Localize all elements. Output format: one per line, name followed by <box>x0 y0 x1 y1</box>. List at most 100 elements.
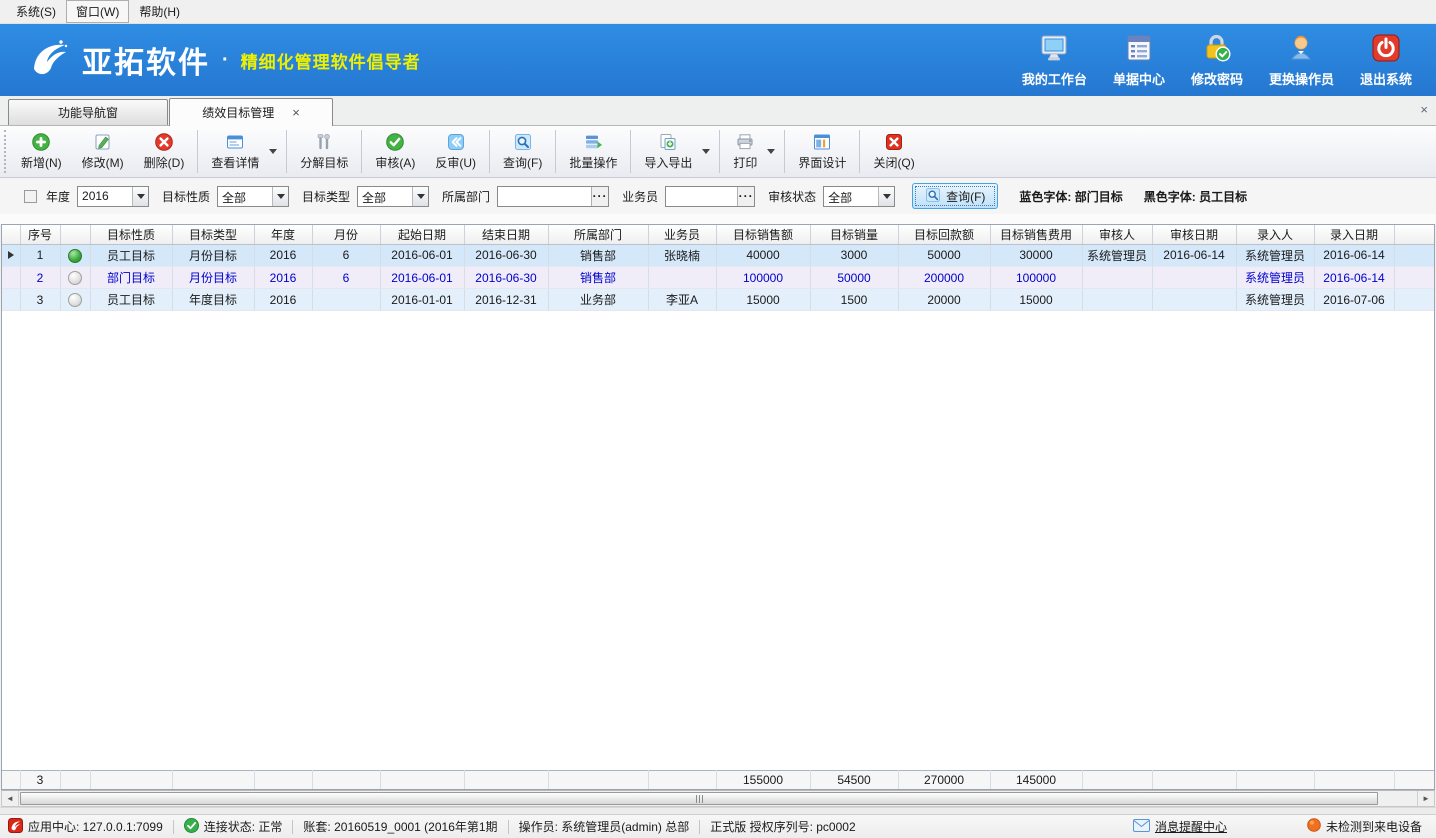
audit-button[interactable]: 审核(A) <box>365 126 425 177</box>
document-center-button[interactable]: 单据中心 <box>1113 32 1165 88</box>
exit-system-button[interactable]: 退出系统 <box>1360 32 1412 88</box>
toolbar-separator <box>630 130 631 173</box>
column-header-create_date[interactable]: 录入日期 <box>1314 225 1394 244</box>
tab-function-nav[interactable]: 功能导航窗 <box>8 99 168 125</box>
column-header-creator[interactable]: 录入人 <box>1236 225 1314 244</box>
year-checkbox[interactable] <box>24 190 37 203</box>
ellipsis-lookup-icon[interactable]: ··· <box>737 187 754 206</box>
add-button[interactable]: 新增(N) <box>11 126 72 177</box>
switch-operator-user-icon <box>1285 32 1317 67</box>
legend-emp-target: 黑色字体: 员工目标 <box>1144 188 1247 205</box>
print-button[interactable]: 打印 <box>723 129 767 174</box>
decompose-target-button[interactable]: 分解目标 <box>290 126 358 177</box>
brand: 亚拓软件 · 精细化管理软件倡导者 <box>26 36 421 85</box>
connection-status: 连接状态: 正常 <box>184 818 283 836</box>
status-circle-icon <box>68 249 82 263</box>
message-center-link[interactable]: 消息提醒中心 <box>1133 818 1227 835</box>
chevron-down-icon[interactable] <box>269 149 277 154</box>
column-header-seq[interactable]: 序号 <box>20 225 60 244</box>
nature-label: 目标性质 <box>162 188 210 205</box>
column-header-marker[interactable] <box>2 225 20 244</box>
query-button[interactable]: 查询(F) <box>493 126 552 177</box>
column-header-sales[interactable]: 目标销售额 <box>716 225 810 244</box>
year-select[interactable]: 2016 <box>77 186 149 207</box>
column-header-nature[interactable]: 目标性质 <box>90 225 172 244</box>
unaudit-button[interactable]: 反审(U) <box>425 126 486 177</box>
delete-button[interactable]: 删除(D) <box>134 126 195 177</box>
app-header: 亚拓软件 · 精细化管理软件倡导者 我的工作台 单据中心 修改密码 更 <box>0 24 1436 96</box>
audit-status-select[interactable]: 全部 <box>823 186 895 207</box>
header-actions: 我的工作台 单据中心 修改密码 更换操作员 退出系统 <box>1022 32 1422 88</box>
column-header-auditor[interactable]: 审核人 <box>1082 225 1152 244</box>
column-header-month[interactable]: 月份 <box>312 225 380 244</box>
column-header-status[interactable] <box>60 225 90 244</box>
search-icon <box>925 187 941 206</box>
batch-operation-button[interactable]: 批量操作 <box>559 126 627 177</box>
salesman-label: 业务员 <box>622 188 658 205</box>
toolbar-separator <box>784 130 785 173</box>
column-header-audit_date[interactable]: 审核日期 <box>1152 225 1236 244</box>
column-header-dept[interactable]: 所属部门 <box>548 225 648 244</box>
resize-gutter <box>0 807 1436 814</box>
ui-design-icon <box>812 132 832 152</box>
chevron-down-icon[interactable] <box>878 187 894 206</box>
toolbar: 新增(N) 修改(M) 删除(D) 查看详情 分解目标 审核(A) 反审(U) … <box>0 126 1436 178</box>
nature-select[interactable]: 全部 <box>217 186 289 207</box>
menu-help[interactable]: 帮助(H) <box>129 0 190 23</box>
connection-ok-icon <box>184 818 199 836</box>
tab-performance-target[interactable]: 绩效目标管理 × <box>169 98 333 126</box>
change-password-lock-icon <box>1201 32 1233 67</box>
workbench-button[interactable]: 我的工作台 <box>1022 32 1087 88</box>
chevron-down-icon[interactable] <box>132 187 148 206</box>
view-detail-button[interactable]: 查看详情 <box>201 129 269 174</box>
ellipsis-lookup-icon[interactable]: ··· <box>591 187 608 206</box>
table-row[interactable]: 3员工目标年度目标20162016-01-012016-12-31业务部李亚A1… <box>2 289 1435 311</box>
toolbar-separator <box>719 130 720 173</box>
scroll-left-arrow-icon[interactable]: ◄ <box>2 791 19 806</box>
scrollbar-track[interactable] <box>19 791 1417 806</box>
chevron-down-icon[interactable] <box>412 187 428 206</box>
scrollbar-thumb[interactable] <box>20 792 1378 805</box>
audit-check-icon <box>385 132 405 152</box>
table-row[interactable]: 2部门目标月份目标201662016-06-012016-06-30销售部100… <box>2 267 1435 289</box>
tab-strip: 功能导航窗 绩效目标管理 × × <box>0 96 1436 126</box>
close-icon <box>884 132 904 152</box>
column-header-type[interactable]: 目标类型 <box>172 225 254 244</box>
switch-operator-button[interactable]: 更换操作员 <box>1269 32 1334 88</box>
dept-input[interactable]: ··· <box>497 186 609 207</box>
column-header-year[interactable]: 年度 <box>254 225 312 244</box>
chevron-down-icon[interactable] <box>767 149 775 154</box>
menu-bar: 系统(S) 窗口(W) 帮助(H) <box>0 0 1436 24</box>
decompose-target-icon <box>314 132 334 152</box>
status-bar: 应用中心: 127.0.0.1:7099 连接状态: 正常 账套: 201605… <box>0 814 1436 838</box>
tab-close-icon[interactable]: × <box>292 106 300 119</box>
edit-button[interactable]: 修改(M) <box>72 126 134 177</box>
scroll-right-arrow-icon[interactable]: ► <box>1417 791 1434 806</box>
filter-query-button[interactable]: 查询(F) <box>912 183 998 209</box>
exit-power-icon <box>1370 32 1402 67</box>
close-button[interactable]: 关闭(Q) <box>863 126 924 177</box>
menu-system[interactable]: 系统(S) <box>6 0 66 23</box>
chevron-down-icon[interactable] <box>702 149 710 154</box>
ui-design-button[interactable]: 界面设计 <box>788 126 856 177</box>
column-header-filler[interactable] <box>1394 225 1435 244</box>
app-center-status: 应用中心: 127.0.0.1:7099 <box>8 818 163 836</box>
salesman-input[interactable]: ··· <box>665 186 755 207</box>
column-header-payback[interactable]: 目标回款额 <box>898 225 990 244</box>
column-header-expense[interactable]: 目标销售费用 <box>990 225 1082 244</box>
toolbar-grip[interactable] <box>4 130 9 173</box>
type-select[interactable]: 全部 <box>357 186 429 207</box>
import-export-button[interactable]: 导入导出 <box>634 129 702 174</box>
batch-operation-icon <box>583 132 603 152</box>
view-detail-icon <box>225 132 245 152</box>
menu-window[interactable]: 窗口(W) <box>66 0 129 23</box>
horizontal-scrollbar[interactable]: ◄ ► <box>1 790 1435 807</box>
chevron-down-icon[interactable] <box>272 187 288 206</box>
change-password-button[interactable]: 修改密码 <box>1191 32 1243 88</box>
column-header-qty[interactable]: 目标销量 <box>810 225 898 244</box>
column-header-salesman[interactable]: 业务员 <box>648 225 716 244</box>
column-header-end[interactable]: 结束日期 <box>464 225 548 244</box>
column-header-start[interactable]: 起始日期 <box>380 225 464 244</box>
tabstrip-close-icon[interactable]: × <box>1420 102 1428 117</box>
table-row[interactable]: 1员工目标月份目标201662016-06-012016-06-30销售部张晓楠… <box>2 245 1435 267</box>
